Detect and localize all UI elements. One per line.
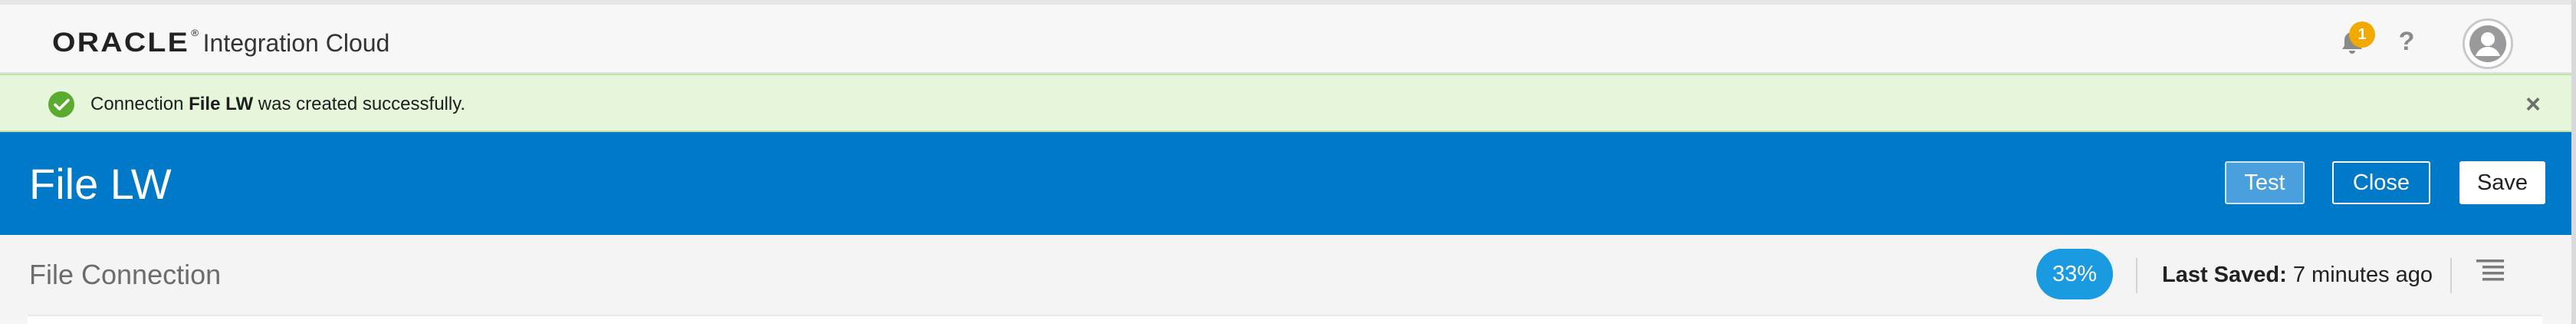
- divider: [2136, 258, 2137, 293]
- content-panel: [28, 315, 2542, 324]
- divider: [2450, 258, 2452, 293]
- save-button[interactable]: Save: [2459, 161, 2545, 204]
- connection-type-title: File Connection: [29, 259, 222, 290]
- user-avatar-icon[interactable]: [2463, 18, 2513, 69]
- check-circle-icon: [48, 91, 75, 118]
- page-title: File LW: [29, 160, 172, 208]
- close-button[interactable]: Close: [2332, 161, 2430, 204]
- brand[interactable]: ORACLE ® Integration Cloud: [52, 28, 389, 58]
- notification-count-badge[interactable]: 1: [2349, 21, 2375, 48]
- scrollbar[interactable]: [2571, 0, 2576, 324]
- close-icon[interactable]: ×: [2518, 89, 2548, 120]
- help-icon[interactable]: ?: [2395, 26, 2418, 57]
- top-navigation-bar: ORACLE ® Integration Cloud 1 ?: [0, 0, 2576, 74]
- success-notification-banner: Connection File LW was created successfu…: [0, 74, 2576, 132]
- list-menu-icon[interactable]: [2473, 256, 2507, 287]
- notification-message: Connection File LW was created successfu…: [90, 94, 466, 114]
- oracle-logo: ORACLE ®: [52, 28, 201, 58]
- connection-subheader: File Connection 33% Last Saved: 7 minute…: [0, 235, 2576, 315]
- product-name: Integration Cloud: [202, 29, 390, 57]
- progress-badge: 33%: [2036, 249, 2113, 299]
- last-saved-status: Last Saved: 7 minutes ago: [2162, 263, 2433, 287]
- connection-header: File LW Test Close Save: [0, 132, 2576, 235]
- test-button[interactable]: Test: [2225, 161, 2305, 204]
